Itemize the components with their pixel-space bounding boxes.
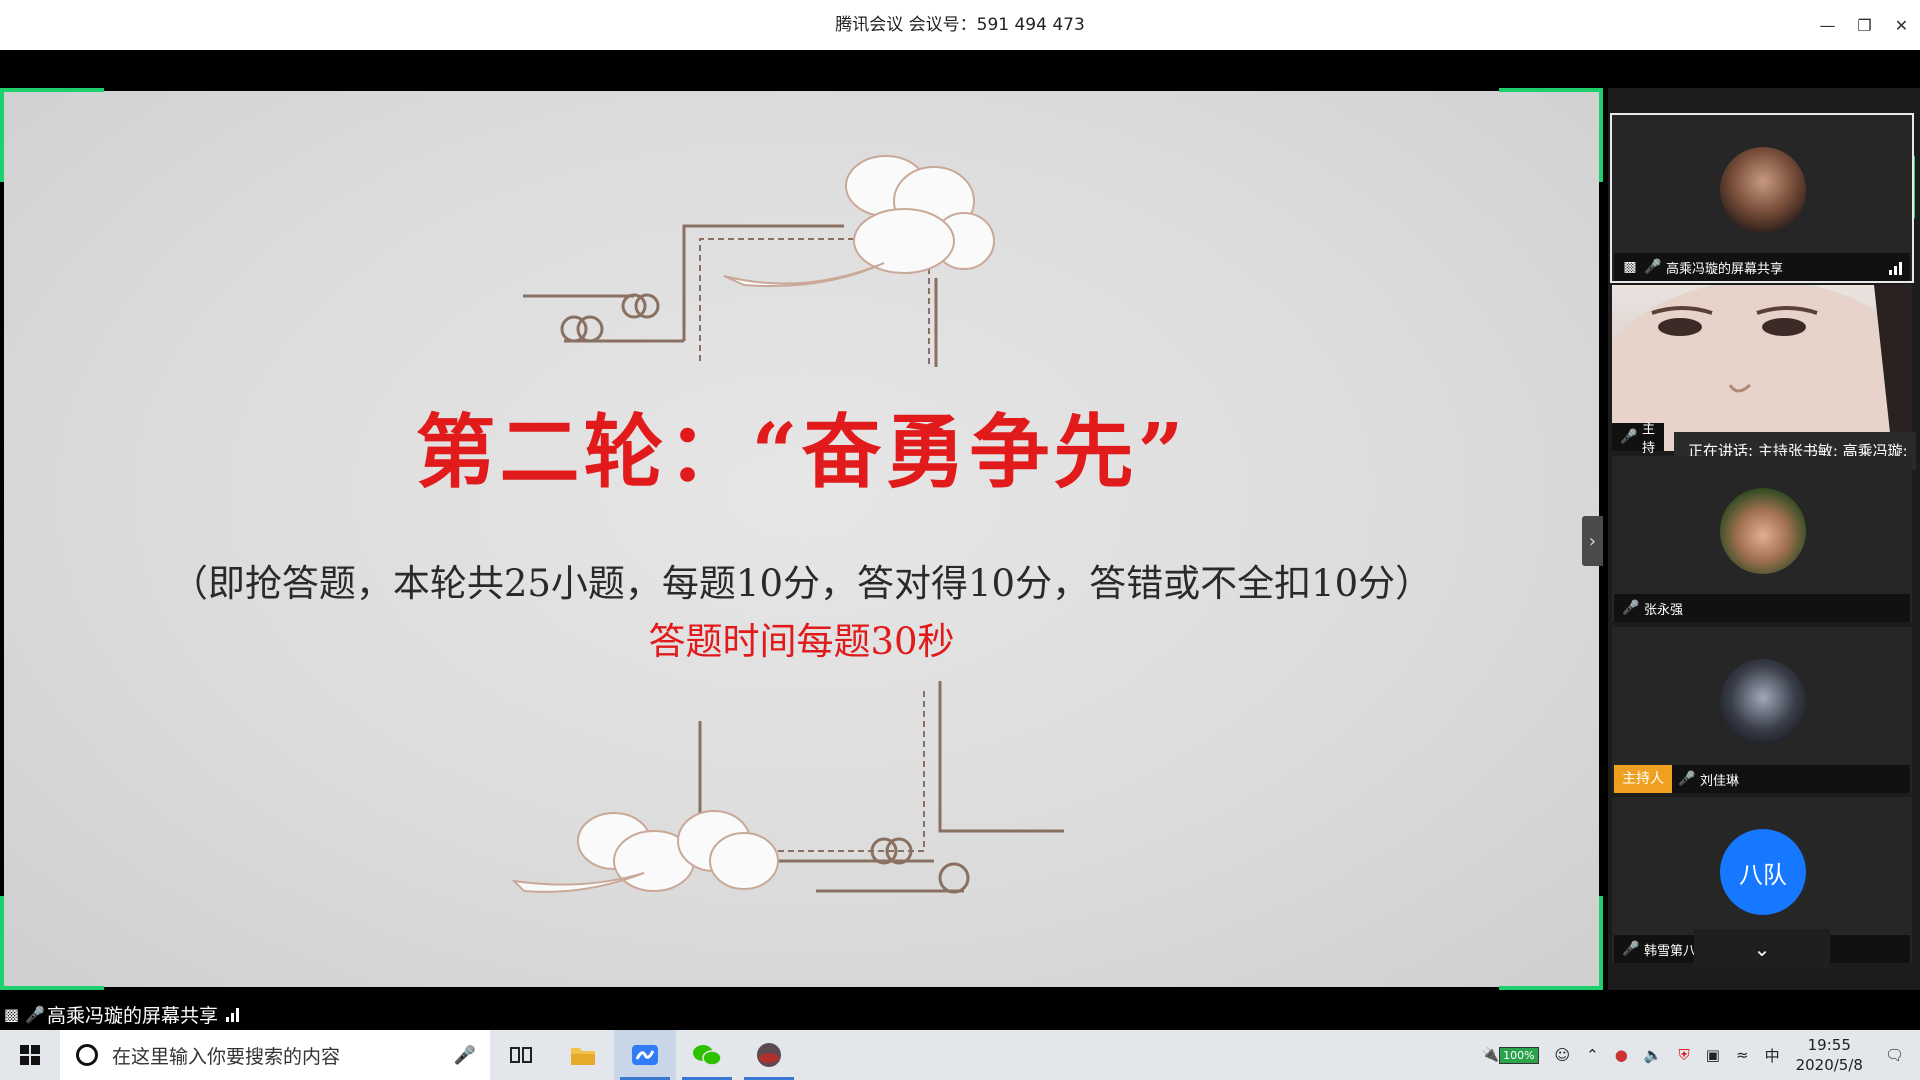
participant-namebar: ▩ 🎤 高乘冯璇的屏幕共享 — [1614, 253, 1910, 281]
presentation-slide: 第二轮：“奋勇争先” （即抢答题，本轮共25小题，每题10分，答对得10分，答错… — [4, 91, 1599, 987]
window-title: 腾讯会议 会议号：591 494 473 — [835, 15, 1085, 35]
panel-collapse-button[interactable]: › — [1582, 516, 1603, 566]
tencent-meeting-icon[interactable] — [614, 1030, 676, 1080]
chevron-up-icon[interactable]: ⌃ — [1586, 1046, 1599, 1064]
participant-name: 主持 — [1642, 422, 1656, 456]
chevron-down-icon[interactable]: ⌄ — [1694, 929, 1830, 969]
host-badge: 主持人 — [1614, 765, 1672, 793]
share-status: ▩ 🎤 高乘冯璇的屏幕共享 — [0, 1000, 247, 1028]
participant-tile-host-video[interactable]: 🎤 主持 — [1612, 285, 1912, 456]
participant-namebar: 主持人 🎤 刘佳琳 — [1614, 765, 1910, 793]
participant-name: 张永强 — [1644, 602, 1684, 618]
people-icon[interactable]: ☺ — [1555, 1046, 1571, 1064]
participant-tile[interactable]: 主持人 🎤 刘佳琳 — [1612, 627, 1912, 793]
participant-tile-sharer[interactable]: ▩ 🎤 高乘冯璇的屏幕共享 — [1610, 113, 1914, 283]
taskbar-search-box[interactable]: 在这里输入你要搜索的内容 🎤 — [60, 1030, 490, 1080]
signal-strength-icon — [226, 1006, 240, 1022]
cortana-icon — [76, 1044, 98, 1066]
participant-tile[interactable]: 🎤 张永强 — [1612, 456, 1912, 622]
minimize-icon[interactable]: — — [1809, 0, 1846, 50]
task-view-icon[interactable] — [490, 1030, 552, 1080]
clock-time: 19:55 — [1807, 1036, 1851, 1054]
microphone-icon: 🎤 — [1620, 429, 1638, 445]
slide-rules: （即抢答题，本轮共25小题，每题10分，答对得10分，答错或不全扣10分） — [170, 562, 1433, 605]
title-bar: 腾讯会议 会议号：591 494 473 — ❐ ✕ — [0, 0, 1920, 50]
participant-namebar: 🎤 张永强 — [1614, 594, 1910, 622]
share-border-corner — [1499, 88, 1603, 182]
battery-icon[interactable]: 🔌 100% — [1482, 1046, 1539, 1064]
media-app-icon[interactable] — [738, 1030, 800, 1080]
cloud-frame-decoration — [511, 155, 1064, 894]
share-border-corner — [0, 896, 104, 990]
window-controls: — ❐ ✕ — [1809, 0, 1920, 50]
share-border-corner — [1499, 896, 1603, 990]
file-explorer-icon[interactable] — [552, 1030, 614, 1080]
windows-start-icon[interactable] — [0, 1030, 60, 1080]
slide-timer-note: 答题时间每题30秒 — [648, 620, 955, 663]
microphone-muted-icon: 🎤 — [1622, 941, 1640, 957]
participant-name: 刘佳琳 — [1700, 773, 1740, 789]
screen-share-icon: ▩ — [1623, 259, 1637, 275]
battery-level: 100% — [1499, 1046, 1539, 1064]
taskbar-clock[interactable]: 19:55 2020/5/8 — [1796, 1035, 1863, 1075]
volume-icon[interactable]: 🔈 — [1644, 1046, 1663, 1064]
microphone-icon[interactable]: 🎤 — [454, 1045, 476, 1066]
system-tray: 🔌 100% ☺ ⌃ ● 🔈 ⛨ ▣ ≈ 中 19:55 2020/5/8 🗨 — [1474, 1030, 1920, 1080]
wechat-icon[interactable] — [676, 1030, 738, 1080]
share-border-corner — [0, 88, 104, 182]
wifi-icon[interactable]: ≈ — [1736, 1046, 1749, 1064]
tray-app-icon[interactable]: ● — [1615, 1046, 1628, 1064]
avatar — [1720, 659, 1806, 745]
shared-screen[interactable]: 第二轮：“奋勇争先” （即抢答题，本轮共25小题，每题10分，答对得10分，答错… — [0, 88, 1603, 990]
signal-strength-icon — [1889, 259, 1902, 275]
security-shield-icon[interactable]: ⛨ — [1679, 1046, 1690, 1064]
microphone-icon: 🎤 — [1644, 259, 1662, 275]
windows-taskbar: 在这里输入你要搜索的内容 🎤 🔌 100% ☺ ⌃ ● 🔈 ⛨ ▣ ≈ 中 19… — [0, 1030, 1920, 1080]
toolbar-strip — [0, 50, 1920, 88]
notification-icon[interactable]: 🗨 — [1885, 1046, 1904, 1064]
screen-share-icon: ▩ — [4, 1004, 20, 1024]
close-icon[interactable]: ✕ — [1883, 0, 1920, 50]
participant-namebar: 🎤 主持 — [1612, 422, 1664, 456]
input-method-indicator[interactable]: 中 — [1765, 1045, 1780, 1066]
restore-icon[interactable]: ❐ — [1846, 0, 1883, 50]
slide-heading: 第二轮：“奋勇争先” — [415, 405, 1188, 499]
microphone-muted-icon: 🎤 — [1678, 771, 1696, 787]
avatar — [1720, 147, 1806, 233]
participant-name: 高乘冯璇的屏幕共享 — [1666, 261, 1784, 277]
tray-device-icon[interactable]: ▣ — [1706, 1046, 1720, 1064]
clock-date: 2020/5/8 — [1795, 1056, 1863, 1074]
share-status-label: 高乘冯璇的屏幕共享 — [47, 1004, 219, 1027]
avatar — [1720, 488, 1806, 574]
microphone-icon: 🎤 — [25, 1004, 46, 1024]
microphone-muted-icon: 🎤 — [1622, 600, 1640, 616]
search-placeholder: 在这里输入你要搜索的内容 — [112, 1045, 341, 1068]
avatar: 八队 — [1720, 829, 1806, 915]
